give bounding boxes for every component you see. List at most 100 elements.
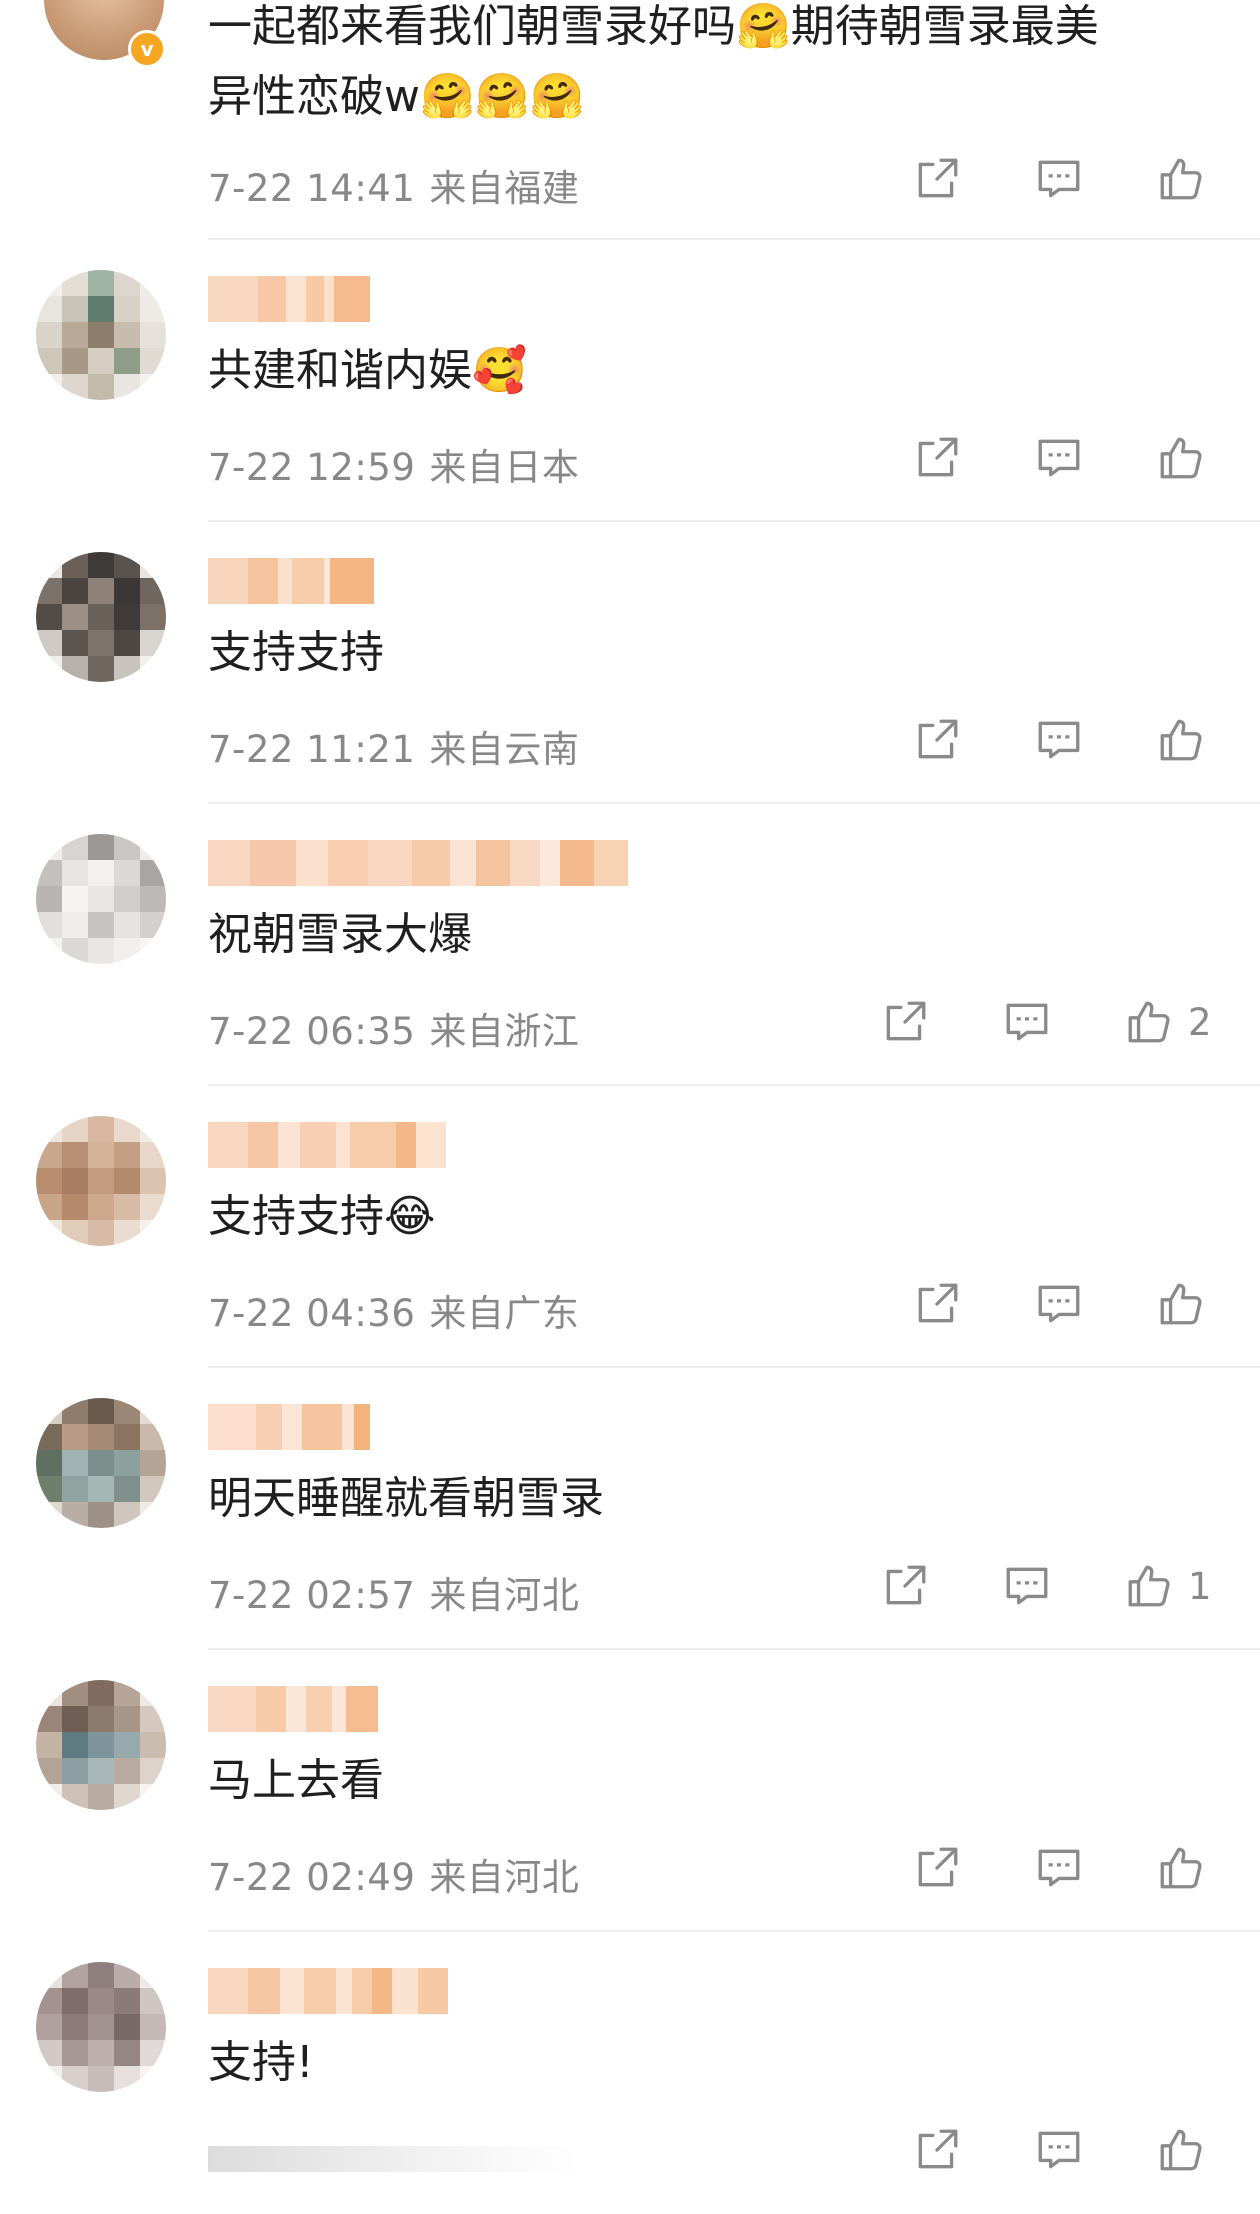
username-blur-segment (342, 1404, 354, 1450)
share-button[interactable] (912, 1276, 962, 1332)
like-button[interactable] (1156, 1840, 1220, 1896)
avatar-pixel (140, 348, 166, 374)
like-button[interactable]: 1 (1124, 1558, 1212, 1614)
comment-date: 7-22 14:41 (208, 167, 416, 210)
avatar-pixel (36, 1988, 62, 2014)
username-blurred[interactable] (208, 840, 628, 886)
username-blurred[interactable] (208, 1968, 448, 2014)
reply-button[interactable] (1034, 1276, 1084, 1332)
avatar-pixel (36, 860, 62, 886)
avatar-pixel (88, 1680, 114, 1706)
comment-location: 来自浙江 (429, 1010, 580, 1053)
avatar-pixel (36, 1424, 62, 1450)
username-blur-segment (418, 1968, 448, 2014)
avatar-pixel (88, 348, 114, 374)
avatar-pixel (62, 2066, 88, 2092)
reply-button[interactable] (1034, 151, 1084, 207)
avatar-pixel (62, 322, 88, 348)
avatar-pixel (62, 860, 88, 886)
comment-text: 共建和谐内娱🥰 (208, 345, 527, 396)
avatar-pixel (62, 552, 88, 578)
comment-meta: 7-22 12:59 来自日本 (208, 437, 579, 491)
avatar[interactable] (36, 834, 166, 964)
share-button[interactable] (912, 430, 962, 486)
avatar-pixel (36, 886, 62, 912)
comment-date: 7-22 06:35 (208, 1010, 416, 1053)
comment-item: 马上去看 7-22 02:49 来自河北 (0, 1650, 1260, 1932)
avatar-pixel (36, 1194, 62, 1220)
comment-date: 7-22 11:21 (208, 728, 416, 771)
comment-location: 来自云南 (429, 728, 580, 771)
like-button[interactable]: 2 (1124, 994, 1212, 1050)
comment-meta: 7-22 02:49 来自河北 (208, 1847, 579, 1901)
avatar[interactable] (36, 1116, 166, 1246)
share-button[interactable] (912, 2122, 962, 2178)
username-blurred[interactable] (208, 276, 370, 322)
avatar-pixel (140, 2040, 166, 2066)
avatar-pixel (62, 1450, 88, 1476)
username-blurred[interactable] (208, 558, 374, 604)
like-button[interactable] (1156, 2122, 1220, 2178)
thumbs-up-icon (1160, 437, 1202, 479)
comment-item: 明天睡醒就看朝雪录 7-22 02:57 来自河北 1 (0, 1368, 1260, 1650)
avatar-pixel (140, 2014, 166, 2040)
avatar[interactable] (36, 1398, 166, 1528)
reply-button[interactable] (1034, 2122, 1084, 2178)
avatar-pixel (114, 1706, 140, 1732)
comment-icon (1038, 721, 1080, 759)
like-button[interactable] (1156, 430, 1220, 486)
avatar-pixel (140, 912, 166, 938)
reply-button[interactable] (1002, 1558, 1052, 1614)
like-button[interactable] (1156, 712, 1220, 768)
username-blurred[interactable] (208, 1122, 446, 1168)
avatar[interactable] (36, 552, 166, 682)
avatar-pixel (88, 1732, 114, 1758)
comment-item: 支持! (0, 1932, 1260, 2214)
username-blur-segment (250, 840, 296, 886)
avatar-pixel (36, 1476, 62, 1502)
avatar[interactable] (36, 1962, 166, 2092)
reply-button[interactable] (1034, 712, 1084, 768)
comment-location: 来自广东 (429, 1292, 580, 1335)
avatar-pixel (140, 1398, 166, 1424)
username-blur-segment (540, 840, 560, 886)
share-button[interactable] (912, 151, 962, 207)
avatar-pixel (140, 604, 166, 630)
avatar-pixel (36, 2014, 62, 2040)
avatar-pixel (88, 656, 114, 682)
thumbs-up-icon (1160, 1283, 1202, 1325)
share-button[interactable] (880, 994, 930, 1050)
share-button[interactable] (912, 712, 962, 768)
reply-button[interactable] (1002, 994, 1052, 1050)
comment-text: 马上去看 (208, 1755, 384, 1806)
reply-button[interactable] (1034, 430, 1084, 486)
username-blur-segment (328, 840, 368, 886)
comment-icon (1038, 2131, 1080, 2169)
avatar-pixel (36, 1784, 62, 1810)
like-button[interactable] (1156, 151, 1206, 207)
share-button[interactable] (880, 1558, 930, 1614)
avatar-pixel (114, 656, 140, 682)
avatar-pixel (36, 604, 62, 630)
avatar[interactable] (36, 1680, 166, 1810)
avatar-pixel (88, 1988, 114, 2014)
avatar-pixel (62, 886, 88, 912)
comment-text: 支持! (208, 2037, 314, 2088)
avatar-pixel (114, 834, 140, 860)
username-blur-segment (354, 1404, 370, 1450)
avatar-pixel (140, 1194, 166, 1220)
like-count: 1 (1188, 1564, 1212, 1608)
avatar-pixel (114, 1784, 140, 1810)
username-blurred[interactable] (208, 1404, 370, 1450)
thumbs-up-icon (1160, 719, 1202, 761)
reply-button[interactable] (1034, 1840, 1084, 1896)
avatar[interactable] (36, 270, 166, 400)
username-blur-segment (286, 276, 306, 322)
share-button[interactable] (912, 1840, 962, 1896)
username-blurred[interactable] (208, 1686, 378, 1732)
avatar-pixel (62, 938, 88, 964)
avatar-pixel (36, 348, 62, 374)
avatar-pixel (62, 1194, 88, 1220)
like-button[interactable] (1156, 1276, 1220, 1332)
avatar-pixel (114, 1476, 140, 1502)
